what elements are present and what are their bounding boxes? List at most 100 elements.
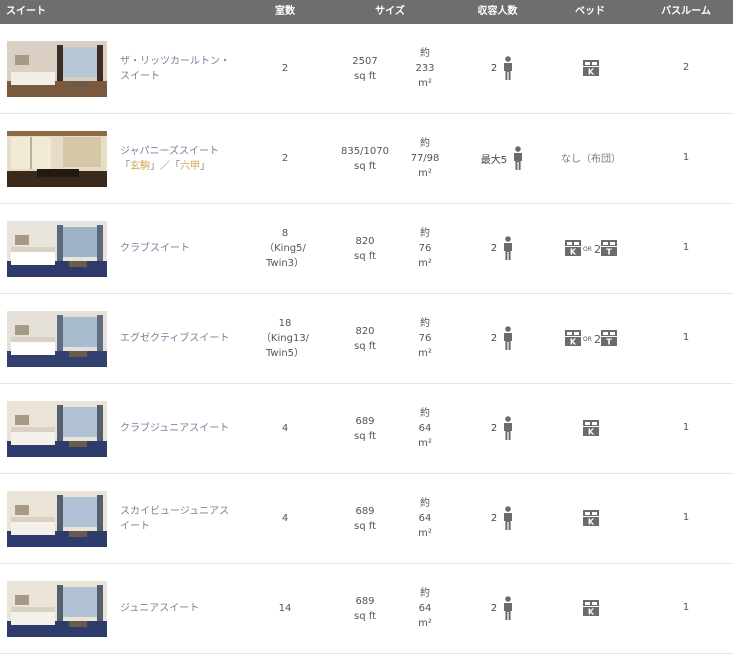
capacity: 2: [462, 596, 542, 624]
size-sqft-line: sq ft: [353, 521, 376, 532]
capacity: 最大5: [462, 146, 542, 174]
suite-name-line: エグゼクティブスイート: [120, 333, 230, 344]
suite-name-link[interactable]: スカイビュージュニアス イート: [120, 504, 245, 534]
capacity: 2: [462, 56, 542, 84]
room-count: 2: [250, 61, 320, 76]
header-rooms: 室数: [275, 6, 295, 17]
suite-thumbnail[interactable]: [7, 401, 107, 457]
svg-text:K: K: [588, 428, 595, 437]
bathroom-value: 1: [682, 422, 690, 433]
size-sqm: 約 64 m²: [405, 406, 445, 451]
bed-type: K: [545, 60, 637, 79]
person-icon: [514, 146, 523, 170]
size-sqft: 820 sq ft: [330, 324, 400, 354]
room-count-line: Twin5）: [265, 348, 305, 359]
person-icon: [504, 236, 513, 260]
size-sqm-line: m²: [418, 618, 432, 629]
bathroom-value: 1: [682, 152, 690, 163]
capacity-value: 2: [490, 242, 498, 254]
size-sqm-line: 64: [418, 603, 432, 614]
bathroom-count: 1: [645, 152, 727, 163]
room-count-line: 2: [281, 153, 289, 164]
room-count: 2: [250, 151, 320, 166]
suite-name-link[interactable]: クラブジュニアスイート: [120, 421, 245, 436]
size-sqm-line: 233: [415, 63, 435, 74]
size-sqft: 689 sq ft: [330, 594, 400, 624]
size-sqft: 820 sq ft: [330, 234, 400, 264]
size-sqm-line: m²: [418, 528, 432, 539]
person-icon: [504, 416, 513, 440]
bathroom-count: 1: [645, 512, 727, 523]
size-sqm: 約 64 m²: [405, 496, 445, 541]
suite-thumbnail[interactable]: [7, 221, 107, 277]
table-row: ザ・リッツカールトン・ スイート 2 2507 sq ft 約 233 m² 2 K 2: [0, 24, 733, 114]
suite-name-link[interactable]: クラブスイート: [120, 241, 245, 256]
size-sqm: 約 76 m²: [405, 316, 445, 361]
suite-name-link[interactable]: ザ・リッツカールトン・ スイート: [120, 54, 245, 84]
suite-table: スイート 室数 サイズ 収容人数 ベッド バスルーム ザ・リッツカールトン・ スイ…: [0, 0, 733, 654]
size-sqft-line: 835/1070: [341, 146, 389, 157]
table-row: ジャパニーズスイート 「玄駒」／「六甲」 2 835/1070 sq ft 約 77/98 m…: [0, 114, 733, 204]
size-sqm-line: 約: [420, 588, 430, 599]
suite-name-highlight: 玄駒: [130, 161, 150, 172]
svg-text:K: K: [588, 608, 595, 617]
suite-name-part: 」／「: [150, 161, 180, 172]
suite-thumbnail[interactable]: [7, 581, 107, 637]
bathroom-value: 1: [682, 242, 690, 253]
suite-name-link[interactable]: ジュニアスイート: [120, 601, 245, 616]
twin-bed-icon: T: [600, 240, 617, 259]
size-sqm-line: 76: [418, 243, 432, 254]
room-count-line: 2: [281, 63, 289, 74]
size-sqm-line: 約: [420, 228, 430, 239]
svg-text:K: K: [588, 518, 595, 527]
bed-or-label: OR: [583, 246, 592, 253]
suite-name-link[interactable]: ジャパニーズスイート 「玄駒」／「六甲」: [120, 144, 245, 174]
svg-text:T: T: [606, 248, 612, 257]
room-count-line: 4: [281, 423, 289, 434]
size-sqft-line: sq ft: [353, 611, 376, 622]
size-sqm-line: 約: [420, 48, 430, 59]
room-count: 8 （King5/Twin3）: [250, 226, 320, 271]
suite-name-line: スカイビュージュニアス: [120, 506, 230, 517]
size-sqft-line: sq ft: [353, 341, 376, 352]
bed-type: K: [545, 510, 637, 529]
table-row: スカイビュージュニアス イート 4 689 sq ft 約 64 m² 2 K 1: [0, 474, 733, 564]
suite-thumbnail[interactable]: [7, 131, 107, 187]
suite-name-line: ザ・リッツカールトン・: [120, 56, 230, 67]
suite-name-line: クラブスイート: [120, 243, 190, 254]
suite-name-line: クラブジュニアスイート: [120, 423, 230, 434]
bathroom-count: 1: [645, 242, 727, 253]
suite-thumbnail[interactable]: [7, 311, 107, 367]
capacity-value: 最大5: [480, 154, 508, 166]
capacity-value: 2: [490, 62, 498, 74]
size-sqft-line: 689: [355, 596, 375, 607]
capacity-value: 2: [490, 512, 498, 524]
suite-name-link[interactable]: エグゼクティブスイート: [120, 331, 245, 346]
bathroom-count: 1: [645, 422, 727, 433]
suite-thumbnail[interactable]: [7, 41, 107, 97]
bathroom-value: 1: [682, 602, 690, 613]
room-count: 18 （King13/Twin5）: [250, 316, 320, 361]
suite-name-line: イート: [120, 521, 150, 532]
size-sqft-line: 820: [355, 236, 375, 247]
size-sqm-line: m²: [418, 78, 432, 89]
bed-type: なし（布団）: [545, 150, 637, 165]
suite-thumbnail[interactable]: [7, 491, 107, 547]
svg-text:T: T: [606, 338, 612, 347]
bed-or-label: OR: [583, 336, 592, 343]
svg-text:K: K: [570, 338, 577, 347]
table-row: クラブジュニアスイート 4 689 sq ft 約 64 m² 2 K 1: [0, 384, 733, 474]
size-sqm-line: m²: [418, 258, 432, 269]
bathroom-value: 1: [682, 332, 690, 343]
bed-type: K OR 2 T: [545, 330, 637, 349]
header-size: サイズ: [375, 6, 405, 17]
header-capacity: 収容人数: [477, 6, 518, 17]
room-count-line: 4: [281, 513, 289, 524]
bed-text: なし（布団）: [561, 154, 621, 165]
size-sqm-line: m²: [418, 168, 432, 179]
room-count: 4: [250, 421, 320, 436]
size-sqm: 約 77/98 m²: [405, 136, 445, 181]
suite-name-line: ジャパニーズスイート: [120, 146, 219, 157]
size-sqm: 約 76 m²: [405, 226, 445, 271]
king-bed-icon: K: [583, 600, 599, 619]
